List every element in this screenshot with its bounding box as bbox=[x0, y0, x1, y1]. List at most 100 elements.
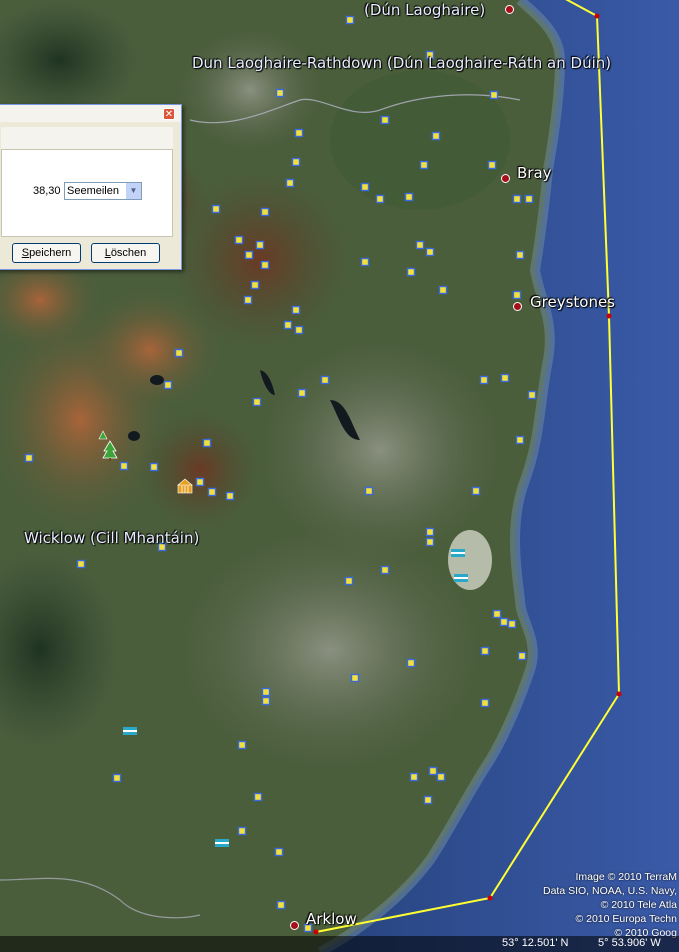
placemark-square-icon[interactable] bbox=[360, 257, 370, 267]
placemark-square-icon[interactable] bbox=[524, 194, 534, 204]
placemark-square-icon[interactable] bbox=[438, 285, 448, 295]
placemark-square-icon[interactable] bbox=[283, 320, 293, 330]
placemark-square-icon[interactable] bbox=[479, 375, 489, 385]
placemark-square-icon[interactable] bbox=[527, 390, 537, 400]
town-dot-arklow[interactable] bbox=[290, 921, 299, 930]
placemark-square-icon[interactable] bbox=[274, 847, 284, 857]
placemark-square-icon[interactable] bbox=[250, 280, 260, 290]
placemark-square-icon[interactable] bbox=[409, 772, 419, 782]
placemark-square-icon[interactable] bbox=[406, 267, 416, 277]
placemark-square-icon[interactable] bbox=[350, 673, 360, 683]
placemark-square-icon[interactable] bbox=[234, 235, 244, 245]
placemark-square-icon[interactable] bbox=[431, 131, 441, 141]
hotel-bed-icon[interactable] bbox=[215, 839, 229, 847]
distance-value: 38,30 bbox=[33, 185, 61, 197]
town-dot-greystones[interactable] bbox=[513, 302, 522, 311]
placemark-square-icon[interactable] bbox=[207, 487, 217, 497]
placemark-square-icon[interactable] bbox=[423, 795, 433, 805]
placemark-square-icon[interactable] bbox=[119, 461, 129, 471]
hotel-bed-icon[interactable] bbox=[454, 574, 468, 582]
delete-button[interactable]: Löschen bbox=[91, 243, 160, 263]
placemark-square-icon[interactable] bbox=[174, 348, 184, 358]
placemark-square-icon[interactable] bbox=[404, 192, 414, 202]
placemark-square-icon[interactable] bbox=[275, 88, 285, 98]
placemark-square-icon[interactable] bbox=[480, 698, 490, 708]
placemark-square-icon[interactable] bbox=[489, 90, 499, 100]
placemark-square-icon[interactable] bbox=[294, 325, 304, 335]
placemark-square-icon[interactable] bbox=[344, 576, 354, 586]
hotel-bed-icon[interactable] bbox=[451, 549, 465, 557]
placemark-square-icon[interactable] bbox=[480, 646, 490, 656]
placemark-square-icon[interactable] bbox=[24, 453, 34, 463]
unit-select[interactable]: Seemeilen ▼ bbox=[64, 182, 142, 200]
save-button[interactable]: Speichern bbox=[12, 243, 81, 263]
placemark-square-icon[interactable] bbox=[285, 178, 295, 188]
measure-vertex[interactable] bbox=[616, 691, 622, 697]
placemark-square-icon[interactable] bbox=[76, 559, 86, 569]
placemark-square-icon[interactable] bbox=[487, 160, 497, 170]
town-dot-bray[interactable] bbox=[501, 174, 510, 183]
placemark-square-icon[interactable] bbox=[225, 491, 235, 501]
placemark-square-icon[interactable] bbox=[380, 115, 390, 125]
measure-vertex[interactable] bbox=[313, 929, 319, 935]
placemark-square-icon[interactable] bbox=[112, 773, 122, 783]
placemark-square-icon[interactable] bbox=[291, 157, 301, 167]
placemark-square-icon[interactable] bbox=[261, 687, 271, 697]
placemark-square-icon[interactable] bbox=[211, 204, 221, 214]
placemark-square-icon[interactable] bbox=[163, 380, 173, 390]
measure-vertex[interactable] bbox=[487, 895, 493, 901]
measure-vertex[interactable] bbox=[606, 313, 612, 319]
placemark-square-icon[interactable] bbox=[345, 15, 355, 25]
place-label-region: Dun Laoghaire-Rathdown (Dún Laoghaire-Rá… bbox=[192, 54, 612, 72]
placemark-square-icon[interactable] bbox=[380, 565, 390, 575]
placemark-square-icon[interactable] bbox=[255, 240, 265, 250]
placemark-square-icon[interactable] bbox=[471, 486, 481, 496]
placemark-square-icon[interactable] bbox=[261, 696, 271, 706]
placemark-square-icon[interactable] bbox=[320, 375, 330, 385]
placemark-square-icon[interactable] bbox=[375, 194, 385, 204]
placemark-square-icon[interactable] bbox=[425, 247, 435, 257]
placemark-square-icon[interactable] bbox=[512, 194, 522, 204]
placemark-square-icon[interactable] bbox=[291, 305, 301, 315]
placemark-square-icon[interactable] bbox=[428, 766, 438, 776]
unit-select-value: Seemeilen bbox=[67, 185, 119, 197]
placemark-square-icon[interactable] bbox=[260, 207, 270, 217]
close-icon[interactable]: ✕ bbox=[163, 108, 175, 120]
placemark-square-icon[interactable] bbox=[364, 486, 374, 496]
placemark-square-icon[interactable] bbox=[253, 792, 263, 802]
placemark-square-icon[interactable] bbox=[419, 160, 429, 170]
placemark-square-icon[interactable] bbox=[492, 609, 502, 619]
placemark-square-icon[interactable] bbox=[425, 537, 435, 547]
placemark-square-icon[interactable] bbox=[202, 438, 212, 448]
hotel-bed-icon[interactable] bbox=[123, 727, 137, 735]
placemark-square-icon[interactable] bbox=[512, 290, 522, 300]
placemark-square-icon[interactable] bbox=[294, 128, 304, 138]
placemark-square-icon[interactable] bbox=[507, 619, 517, 629]
chevron-down-icon[interactable]: ▼ bbox=[126, 183, 141, 199]
placemark-square-icon[interactable] bbox=[297, 388, 307, 398]
placemark-square-icon[interactable] bbox=[500, 373, 510, 383]
placemark-square-icon[interactable] bbox=[260, 260, 270, 270]
placemark-square-icon[interactable] bbox=[406, 658, 416, 668]
status-bar: 53° 12.501' N 5° 53.906' W bbox=[0, 936, 679, 952]
dialog-titlebar[interactable] bbox=[0, 105, 181, 122]
placemark-square-icon[interactable] bbox=[360, 182, 370, 192]
placemark-square-icon[interactable] bbox=[237, 826, 247, 836]
placemark-square-icon[interactable] bbox=[425, 527, 435, 537]
placemark-square-icon[interactable] bbox=[243, 295, 253, 305]
placemark-square-icon[interactable] bbox=[415, 240, 425, 250]
town-dot-dun-laoghaire[interactable] bbox=[505, 5, 514, 14]
measure-vertex[interactable] bbox=[594, 13, 600, 19]
placemark-square-icon[interactable] bbox=[515, 250, 525, 260]
placemark-square-icon[interactable] bbox=[436, 772, 446, 782]
placemark-square-icon[interactable] bbox=[276, 900, 286, 910]
placemark-square-icon[interactable] bbox=[149, 462, 159, 472]
placemark-square-icon[interactable] bbox=[237, 740, 247, 750]
placemark-square-icon[interactable] bbox=[252, 397, 262, 407]
placemark-square-icon[interactable] bbox=[515, 435, 525, 445]
placemark-square-icon[interactable] bbox=[195, 477, 205, 487]
placemark-square-icon[interactable] bbox=[244, 250, 254, 260]
placemark-square-icon[interactable] bbox=[517, 651, 527, 661]
credit-line: Image © 2010 TerraM bbox=[575, 871, 677, 883]
placemark-square-icon[interactable] bbox=[499, 617, 509, 627]
